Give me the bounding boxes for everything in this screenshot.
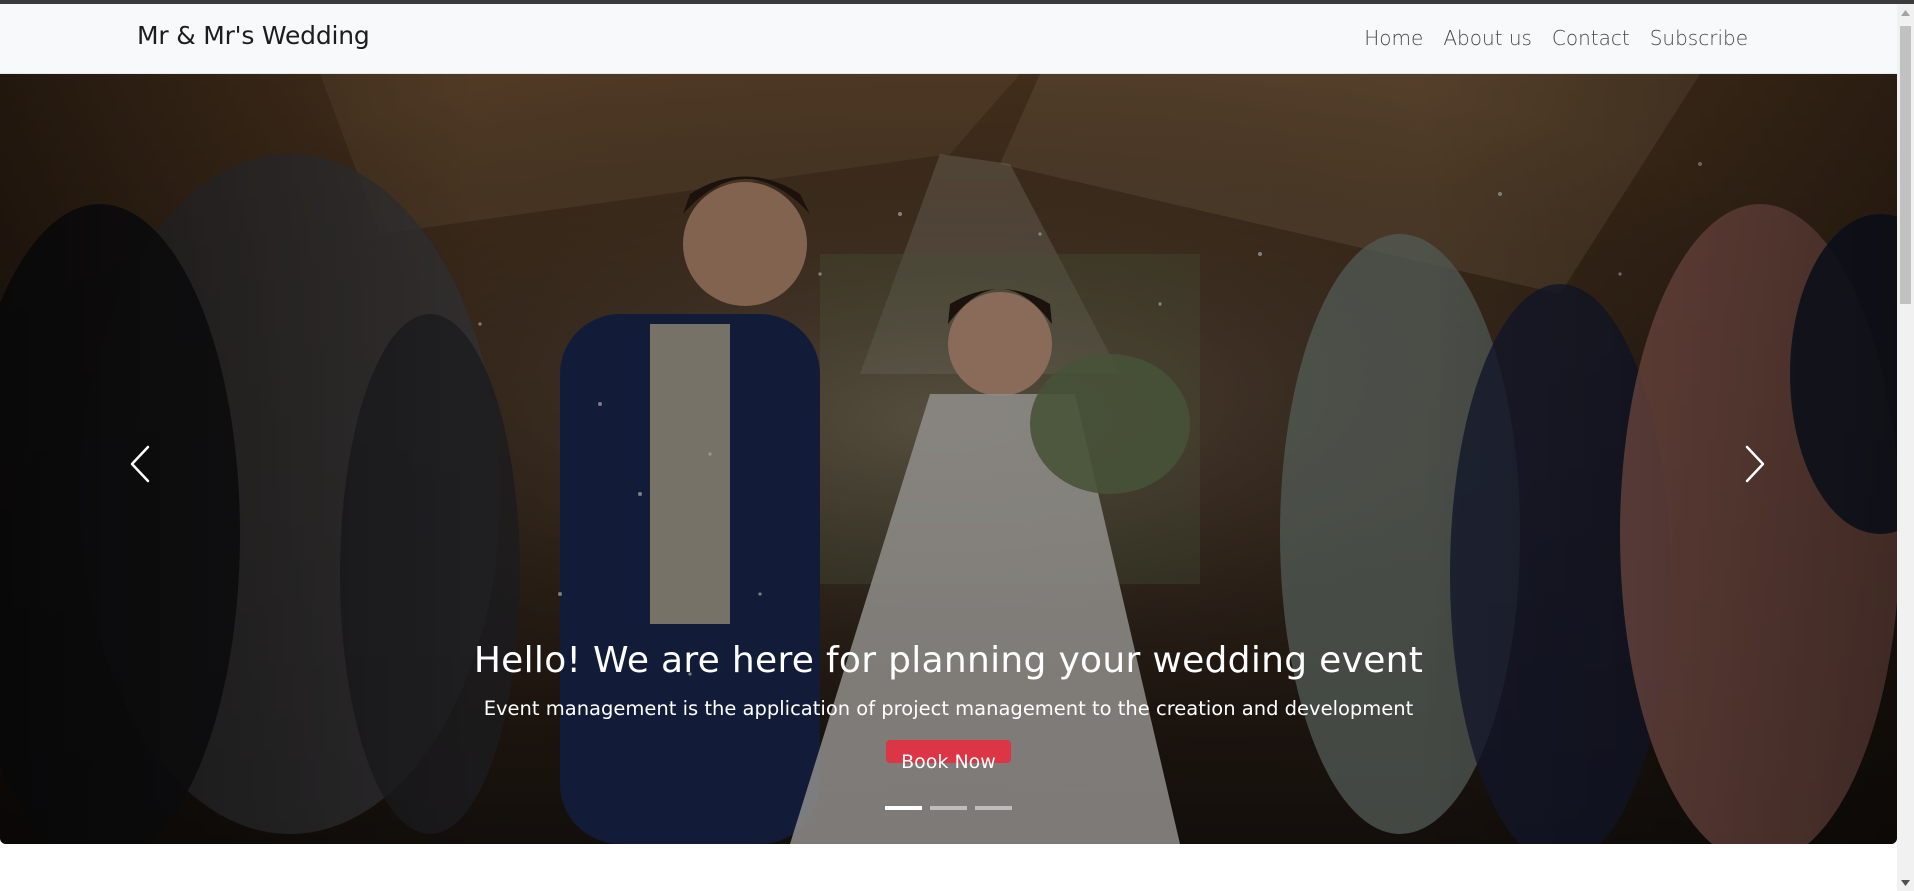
- hero-subtext: Event management is the application of p…: [483, 697, 1414, 720]
- page-scrollbar[interactable]: [1897, 4, 1914, 891]
- carousel-indicator-1[interactable]: [885, 806, 922, 810]
- nav-link-home[interactable]: Home: [1364, 26, 1423, 50]
- carousel-caption: Hello! We are here for planning your wed…: [0, 640, 1897, 773]
- scroll-down-arrow-icon[interactable]: [1897, 874, 1914, 891]
- carousel-prev-button[interactable]: [118, 439, 162, 489]
- brand-logo[interactable]: Mr & Mr's Wedding: [137, 21, 370, 50]
- scroll-up-arrow-icon[interactable]: [1897, 4, 1914, 21]
- chevron-left-icon: [130, 445, 150, 483]
- chevron-right-icon: [1745, 445, 1765, 483]
- nav-link-about-us[interactable]: About us: [1443, 26, 1532, 50]
- hero-heading: Hello! We are here for planning your wed…: [473, 640, 1424, 681]
- scrollbar-thumb[interactable]: [1900, 26, 1911, 304]
- carousel-next-button[interactable]: [1733, 439, 1777, 489]
- nav-links: Home About us Contact Subscribe: [1364, 26, 1748, 50]
- nav-link-subscribe[interactable]: Subscribe: [1650, 26, 1748, 50]
- carousel-indicators: [0, 806, 1897, 810]
- book-now-button[interactable]: Book Now: [886, 740, 1011, 773]
- navbar: Mr & Mr's Wedding Home About us Contact …: [0, 4, 1897, 74]
- carousel-indicator-2[interactable]: [930, 806, 967, 810]
- carousel-indicator-3[interactable]: [975, 806, 1012, 810]
- nav-link-contact[interactable]: Contact: [1552, 26, 1630, 50]
- hero-carousel: Hello! We are here for planning your wed…: [0, 74, 1897, 844]
